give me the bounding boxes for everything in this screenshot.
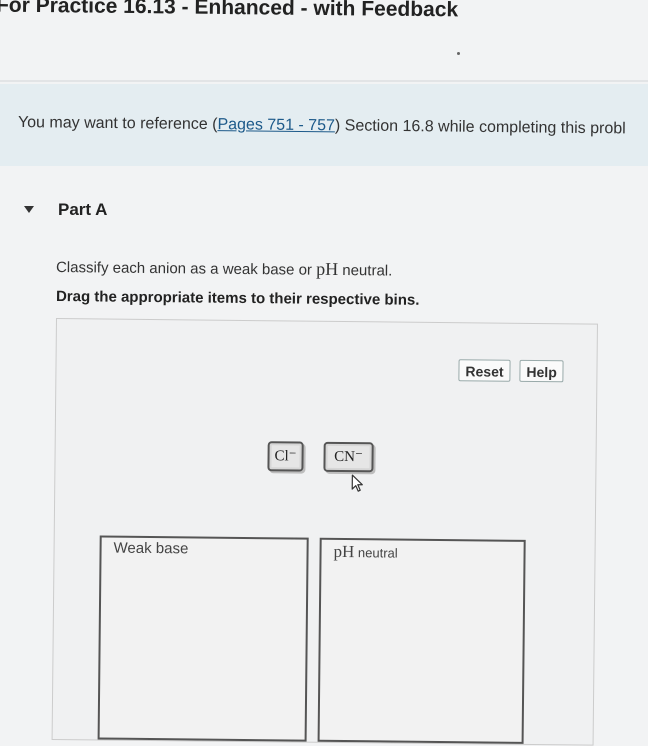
ph-neutral-bin-label: pH neutral (333, 542, 397, 563)
help-button[interactable]: Help (519, 359, 564, 383)
bin-ph: pH (333, 541, 355, 562)
decorative-dot (457, 52, 460, 55)
reference-prefix: You may want to reference ( (17, 114, 218, 134)
header-divider (0, 80, 648, 82)
ph-neutral-bin[interactable]: pH neutral (317, 537, 526, 744)
instruction-text: Classify each anion as a weak base or pH… (56, 256, 393, 281)
weak-base-bin-label: Weak base (113, 539, 189, 558)
drag-drop-panel: Reset Help Cl⁻ CN⁻ Weak base pH neutral (51, 318, 598, 746)
draggable-item-cl[interactable]: Cl⁻ (267, 441, 304, 472)
triangle-down-icon[interactable] (24, 206, 34, 213)
instruction-pre: Classify each anion as a weak base or (55, 259, 317, 279)
page-title: For Practice 16.13 - Enhanced - with Fee… (0, 0, 459, 22)
reference-pages-link[interactable]: Pages 751 - 757 (217, 116, 335, 134)
drag-instruction: Drag the appropriate items to their resp… (55, 288, 420, 309)
reset-button[interactable]: Reset (458, 359, 511, 382)
part-a-title[interactable]: Part A (58, 200, 107, 220)
bin-neutral-word: neutral (354, 545, 398, 561)
weak-base-bin[interactable]: Weak base (97, 535, 309, 742)
instruction-ph: pH (316, 258, 339, 279)
instruction-post: neutral. (338, 261, 393, 280)
draggable-item-cn[interactable]: CN⁻ (323, 441, 374, 473)
reference-suffix: ) Section 16.8 while completing this pro… (334, 117, 626, 138)
mouse-pointer-icon (351, 474, 363, 492)
